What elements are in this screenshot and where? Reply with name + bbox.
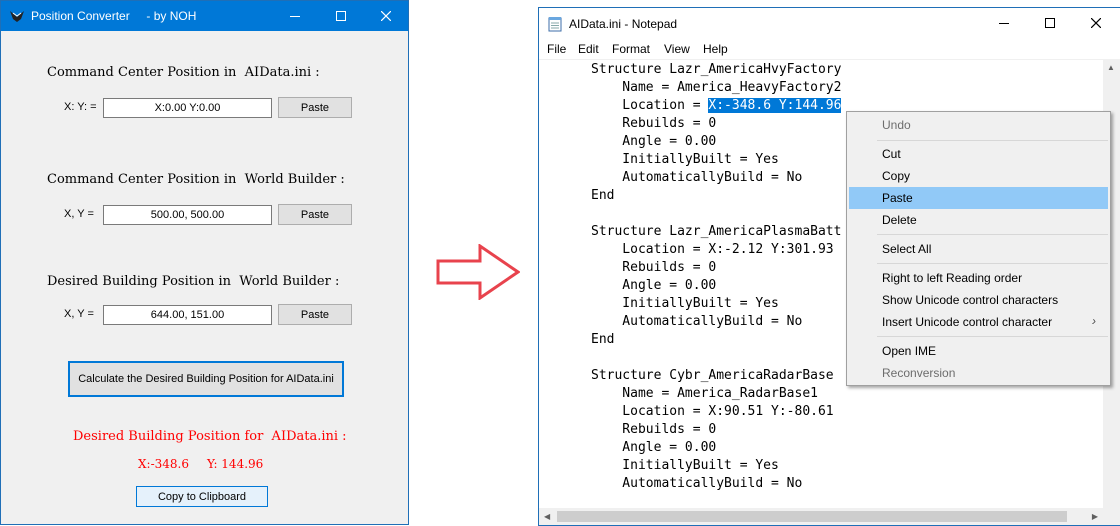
text-line: InitiallyBuilt = Yes — [591, 458, 779, 473]
menu-edit[interactable]: Edit — [578, 42, 599, 56]
maximize-icon[interactable] — [318, 1, 364, 31]
menu-view[interactable]: View — [664, 42, 690, 56]
scrollbar-corner — [1103, 508, 1120, 525]
menu-item-delete[interactable]: Delete — [849, 209, 1108, 231]
notepad-icon — [548, 17, 562, 32]
scroll-left-icon[interactable]: ◀ — [544, 512, 550, 521]
converter-titlebar[interactable]: Position Converter - by NOH — [1, 1, 408, 31]
text-line: Structure Lazr_AmericaHvyFactory — [591, 62, 842, 77]
right-arrow-icon — [436, 244, 520, 300]
position-converter-window: Position Converter - by NOH Command Cent… — [0, 0, 409, 525]
paste-button-3[interactable]: Paste — [278, 304, 352, 325]
menu-item-cut[interactable]: Cut — [849, 143, 1108, 165]
menu-item-label: Cut — [882, 147, 901, 161]
close-icon[interactable] — [363, 1, 409, 31]
text-line: Name = America_RadarBase1 — [591, 386, 818, 401]
scroll-up-icon[interactable]: ▲ — [1107, 63, 1115, 72]
submenu-arrow-icon: › — [1092, 314, 1096, 328]
result-y-value: Y: 144.96 — [207, 457, 264, 471]
menu-format[interactable]: Format — [612, 42, 650, 56]
minimize-icon[interactable] — [981, 8, 1027, 38]
menu-item-paste[interactable]: Paste — [849, 187, 1108, 209]
selected-text[interactable]: X:-348.6 Y:144.96 — [708, 98, 842, 113]
menu-item-label: Undo — [882, 118, 911, 132]
menu-item-select-all[interactable]: Select All — [849, 238, 1108, 260]
text-line: AutomaticallyBuild = No — [591, 476, 803, 491]
text-line: End — [591, 332, 615, 347]
text-line: Location = X:-348.6 Y:144.96 — [591, 97, 842, 115]
text-line-location: Location = — [591, 98, 709, 113]
text-line: Location = X:-2.12 Y:301.93 — [591, 242, 834, 257]
notepad-titlebar[interactable]: AIData.ini - Notepad — [539, 8, 1120, 39]
notepad-menubar: File Edit Format View Help — [539, 39, 1120, 59]
text-line: InitiallyBuilt = Yes — [591, 152, 779, 167]
worldbuilder-cc-label: Command Center Position in World Builder… — [47, 172, 345, 187]
notepad-title: AIData.ini - Notepad — [569, 17, 678, 31]
menu-item-label: Delete — [882, 213, 917, 227]
horizontal-scroll-thumb[interactable] — [557, 511, 1067, 522]
text-line: Location = X:90.51 Y:-80.61 — [591, 404, 834, 419]
menu-item-open-ime[interactable]: Open IME — [849, 340, 1108, 362]
text-line: Angle = 0.00 — [591, 134, 717, 149]
worldbuilder-cc-input[interactable]: 500.00, 500.00 — [103, 205, 272, 225]
menu-item-label: Insert Unicode control character — [882, 315, 1053, 329]
paste-button-2[interactable]: Paste — [278, 204, 352, 225]
menu-separator — [877, 336, 1108, 337]
horizontal-scrollbar[interactable]: ◀ ▶ — [539, 508, 1103, 525]
text-line: Structure Cybr_AmericaRadarBase — [591, 368, 834, 383]
context-menu: Undo Cut Copy Paste Delete Select All Ri… — [846, 111, 1111, 386]
paste-button-1[interactable]: Paste — [278, 97, 352, 118]
menu-item-label: Copy — [882, 169, 911, 183]
aidata-position-label: Command Center Position in AIData.ini : — [47, 65, 320, 80]
aidata-position-input[interactable]: X:0.00 Y:0.00 — [103, 98, 272, 118]
text-line: Name = America_HeavyFactory2 — [591, 80, 842, 95]
menu-item-label: Open IME — [882, 344, 937, 358]
scroll-right-icon[interactable]: ▶ — [1092, 512, 1098, 521]
menu-item-label: Reconversion — [882, 366, 956, 380]
result-title: Desired Building Position for AIData.ini… — [73, 429, 347, 444]
text-line: Angle = 0.00 — [591, 278, 717, 293]
text-line: Rebuilds = 0 — [591, 260, 717, 275]
app-icon — [10, 11, 24, 22]
menu-item-show-unicode-control[interactable]: Show Unicode control characters — [849, 289, 1108, 311]
close-icon[interactable] — [1073, 8, 1119, 38]
text-line: Structure Lazr_AmericaPlasmaBatt — [591, 224, 842, 239]
text-line: AutomaticallyBuild = No — [591, 170, 803, 185]
menu-item-insert-unicode-control[interactable]: Insert Unicode control character › — [849, 311, 1108, 333]
minimize-icon[interactable] — [272, 1, 318, 31]
desired-building-label: Desired Building Position in World Build… — [47, 274, 340, 289]
menu-item-label: Paste — [882, 191, 913, 205]
result-x-value: X:-348.6 — [138, 457, 189, 471]
menu-item-rtl-reading-order[interactable]: Right to left Reading order — [849, 267, 1108, 289]
menu-item-label: Show Unicode control characters — [882, 293, 1059, 307]
menu-item-label: Right to left Reading order — [882, 271, 1023, 285]
desired-building-input[interactable]: 644.00, 151.00 — [103, 305, 272, 325]
menu-separator — [877, 140, 1108, 141]
text-line: Rebuilds = 0 — [591, 422, 717, 437]
desired-building-xy-label: X, Y = — [64, 308, 94, 320]
text-line: Angle = 0.00 — [591, 440, 717, 455]
menu-separator — [877, 263, 1108, 264]
text-line: AutomaticallyBuild = No — [591, 314, 803, 329]
menu-help[interactable]: Help — [703, 42, 728, 56]
copy-to-clipboard-button[interactable]: Copy to Clipboard — [136, 486, 268, 507]
text-line: Rebuilds = 0 — [591, 116, 717, 131]
menu-file[interactable]: File — [547, 42, 566, 56]
menu-item-reconversion[interactable]: Reconversion — [849, 362, 1108, 384]
maximize-icon[interactable] — [1027, 8, 1073, 38]
worldbuilder-cc-xy-label: X, Y = — [64, 208, 94, 220]
text-line: InitiallyBuilt = Yes — [591, 296, 779, 311]
converter-title: Position Converter - by NOH — [31, 9, 197, 23]
menu-item-copy[interactable]: Copy — [849, 165, 1108, 187]
text-line: End — [591, 188, 615, 203]
aidata-xy-label: X: Y: = — [64, 101, 97, 113]
menu-item-undo[interactable]: Undo — [849, 114, 1108, 136]
menu-item-label: Select All — [882, 242, 932, 256]
calculate-button[interactable]: Calculate the Desired Building Position … — [68, 361, 344, 397]
menu-separator — [877, 234, 1108, 235]
